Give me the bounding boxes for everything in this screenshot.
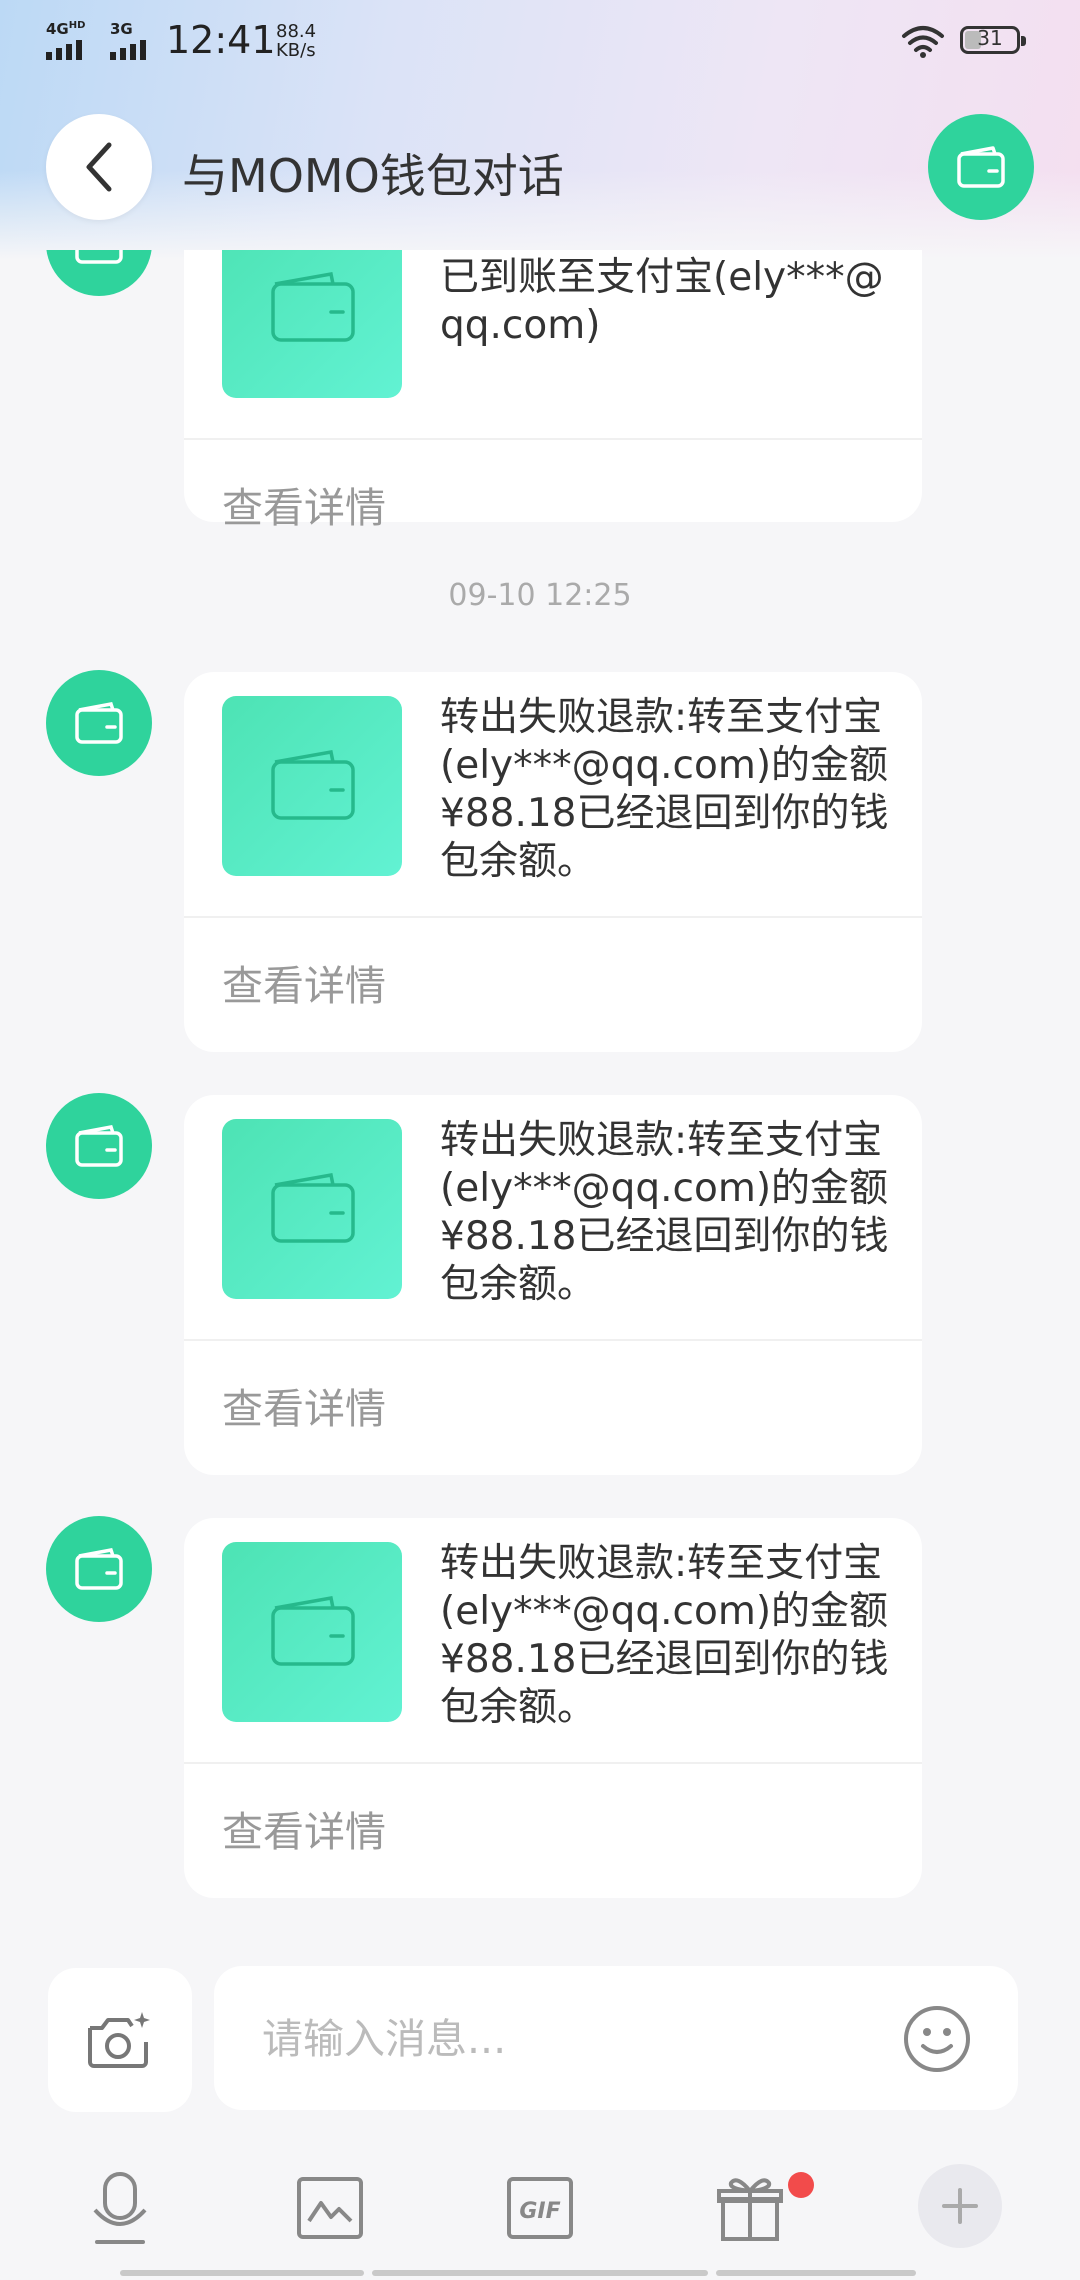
signal-4g: 4GHD — [46, 20, 102, 60]
camera-button[interactable] — [48, 1968, 192, 2112]
nav-indicator — [120, 2270, 364, 2276]
gift-icon — [717, 2178, 783, 2241]
wallet-profile-button[interactable] — [928, 114, 1034, 220]
wallet-thumbnail — [222, 1119, 402, 1299]
wallet-icon — [75, 250, 123, 264]
message-row: 转出失败退款:转至支付宝(ely***@qq.com)的金额¥88.18已经退回… — [0, 670, 1080, 1052]
signal-3g: 3G — [110, 20, 166, 60]
wallet-icon — [271, 1595, 355, 1666]
wallet-icon — [75, 701, 123, 744]
signal-bars-icon — [46, 40, 82, 60]
wallet-icon — [271, 1172, 355, 1243]
wallet-thumbnail — [222, 696, 402, 876]
wallet-avatar[interactable] — [46, 670, 152, 776]
message-input[interactable] — [260, 1966, 904, 2112]
message-row: 已到账至支付宝(ely***@qq.com) 查看详情 — [0, 250, 1080, 532]
chat-message-list[interactable]: 已到账至支付宝(ely***@qq.com) 查看详情 09-10 12:25 … — [0, 250, 1080, 1950]
page-title: 与MOMO钱包对话 — [182, 149, 564, 203]
message-card[interactable]: 已到账至支付宝(ely***@qq.com) 查看详情 — [184, 250, 922, 532]
message-card[interactable]: 转出失败退款:转至支付宝(ely***@qq.com)的金额¥88.18已经退回… — [184, 672, 922, 1052]
chevron-left-icon — [86, 142, 112, 192]
wallet-icon — [75, 1547, 123, 1590]
message-row: 转出失败退款:转至支付宝(ely***@qq.com)的金额¥88.18已经退回… — [0, 1093, 1080, 1475]
nav-indicator — [372, 2270, 708, 2276]
plus-icon — [942, 2188, 978, 2224]
wallet-avatar[interactable] — [46, 1093, 152, 1199]
voice-button[interactable] — [80, 2168, 160, 2248]
emoji-icon[interactable] — [902, 2004, 972, 2074]
more-button[interactable] — [918, 2164, 1002, 2248]
view-details-link[interactable]: 查看详情 — [222, 952, 386, 1012]
view-details-link[interactable]: 查看详情 — [222, 474, 386, 534]
back-button[interactable] — [46, 114, 152, 220]
camera-icon — [88, 2012, 150, 2068]
gif-button[interactable]: GIF — [500, 2168, 580, 2248]
battery-icon: 31 — [960, 26, 1026, 54]
wallet-avatar[interactable] — [46, 250, 152, 296]
wallet-icon — [271, 749, 355, 820]
wallet-avatar[interactable] — [46, 1516, 152, 1622]
status-time: 12:41 — [166, 18, 276, 62]
message-text: 已到账至支付宝(ely***@qq.com) — [440, 255, 884, 348]
wallet-thumbnail — [222, 250, 402, 398]
message-text: 转出失败退款:转至支付宝(ely***@qq.com)的金额¥88.18已经退回… — [440, 1118, 889, 1307]
notification-badge — [788, 2172, 814, 2198]
message-input-container[interactable] — [214, 1966, 1018, 2112]
message-card[interactable]: 转出失败退款:转至支付宝(ely***@qq.com)的金额¥88.18已经退回… — [184, 1095, 922, 1475]
wifi-icon — [902, 26, 944, 58]
message-text: 转出失败退款:转至支付宝(ely***@qq.com)的金额¥88.18已经退回… — [440, 695, 889, 884]
gift-button[interactable] — [710, 2168, 790, 2248]
svg-text:GIF: GIF — [519, 2199, 560, 2224]
picture-icon — [297, 2177, 363, 2239]
nav-indicator — [716, 2270, 916, 2276]
network-speed: 88.4 KB/s — [276, 21, 317, 61]
view-details-link[interactable]: 查看详情 — [222, 1375, 386, 1435]
view-details-link[interactable]: 查看详情 — [222, 1798, 386, 1858]
gif-icon: GIF — [507, 2177, 573, 2239]
message-row: 转出失败退款:转至支付宝(ely***@qq.com)的金额¥88.18已经退回… — [0, 1516, 1080, 1898]
picture-button[interactable] — [290, 2168, 370, 2248]
wallet-icon — [957, 146, 1005, 188]
wallet-icon — [75, 1124, 123, 1167]
message-card[interactable]: 转出失败退款:转至支付宝(ely***@qq.com)的金额¥88.18已经退回… — [184, 1518, 922, 1898]
microphone-icon — [93, 2172, 147, 2244]
wallet-thumbnail — [222, 1542, 402, 1722]
status-bar: 4GHD 3G 12:41 88.4 KB/s 31 — [0, 0, 1080, 80]
message-text: 转出失败退款:转至支付宝(ely***@qq.com)的金额¥88.18已经退回… — [440, 1541, 889, 1730]
signal-bars-icon — [110, 40, 146, 60]
time-separator: 09-10 12:25 — [448, 578, 632, 613]
wallet-icon — [271, 271, 355, 342]
